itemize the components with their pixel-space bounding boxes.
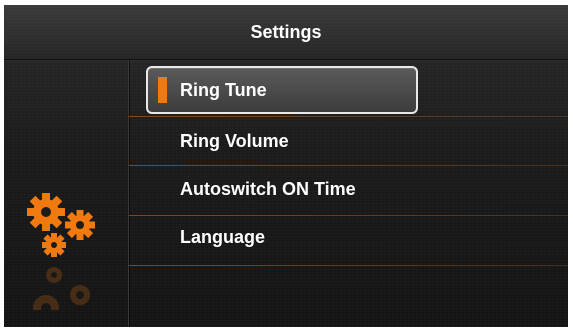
menu-separator: [129, 265, 568, 266]
selection-indicator: [158, 77, 167, 103]
menu-item-label: Ring Volume: [180, 131, 289, 151]
menu-item-ring-volume[interactable]: Ring Volume: [146, 119, 418, 163]
menu-separator: [129, 116, 568, 117]
pane-divider: [128, 60, 129, 327]
menu-item-label: Language: [180, 227, 266, 247]
menu-item-language[interactable]: Language: [146, 215, 418, 259]
gears-icon: [27, 193, 95, 257]
menu-item-ring-tune[interactable]: Ring Tune: [146, 66, 418, 114]
settings-screen: Settings Ring Tune Ring Volume Autoswitc…: [4, 5, 568, 327]
menu-item-autoswitch-on-time[interactable]: Autoswitch ON Time: [146, 167, 418, 211]
header-bar: Settings: [4, 5, 568, 60]
gears-reflection-icon: [33, 267, 90, 310]
menu-item-label: Autoswitch ON Time: [180, 179, 356, 199]
left-pane: [4, 60, 128, 327]
page-title: Settings: [250, 22, 322, 42]
menu-item-label: Ring Tune: [180, 80, 267, 100]
menu-separator: [129, 165, 568, 166]
